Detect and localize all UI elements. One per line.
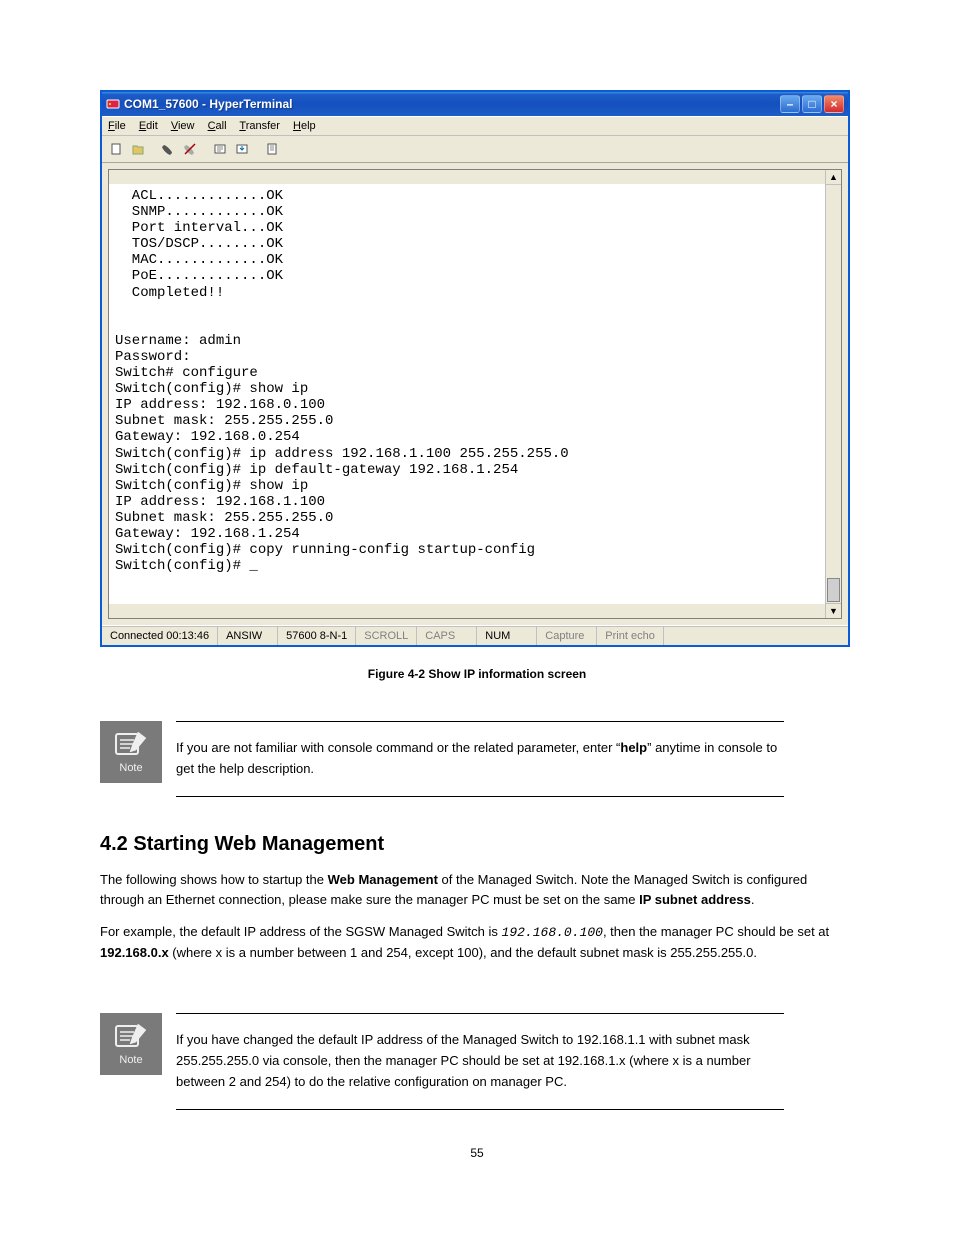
toolbar [102, 136, 848, 163]
status-settings: 57600 8-N-1 [278, 626, 356, 645]
menu-edit[interactable]: Edit [139, 120, 158, 132]
note-block-1: Note If you are not familiar with consol… [100, 721, 854, 797]
menu-transfer[interactable]: Transfer [239, 120, 280, 132]
status-capture: Capture [537, 626, 597, 645]
status-caps: CAPS [417, 626, 477, 645]
note-icon: Note [100, 721, 162, 783]
note-icon: Note [100, 1013, 162, 1075]
section-heading: 4.2 Starting Web Management [100, 833, 854, 856]
client-area: ACL.............OK SNMP............OK Po… [102, 163, 848, 625]
titlebar[interactable]: COM1_57600 - HyperTerminal – □ × [102, 92, 848, 116]
terminal-output[interactable]: ACL.............OK SNMP............OK Po… [109, 184, 825, 604]
status-printecho: Print echo [597, 626, 664, 645]
call-icon[interactable] [158, 139, 178, 159]
status-scroll: SCROLL [356, 626, 417, 645]
page-number: 55 [100, 1146, 854, 1160]
receive-icon[interactable] [232, 139, 252, 159]
close-button[interactable]: × [824, 95, 844, 113]
properties-icon[interactable] [262, 139, 282, 159]
statusbar: Connected 00:13:46 ANSIW 57600 8-N-1 SCR… [102, 625, 848, 645]
new-icon[interactable] [106, 139, 126, 159]
note-block-2: Note If you have changed the default IP … [100, 1013, 854, 1109]
menu-file[interactable]: File [108, 120, 126, 132]
maximize-button[interactable]: □ [802, 95, 822, 113]
menu-view[interactable]: View [171, 120, 195, 132]
status-num: NUM [477, 626, 537, 645]
status-connected: Connected 00:13:46 [102, 626, 218, 645]
figure-caption: Figure 4-2 Show IP information screen [100, 667, 854, 681]
send-icon[interactable] [210, 139, 230, 159]
app-icon [106, 97, 120, 111]
note-label: Note [119, 762, 142, 774]
menu-help[interactable]: Help [293, 120, 316, 132]
note-text-2: If you have changed the default IP addre… [176, 1013, 784, 1109]
status-term: ANSIW [218, 626, 278, 645]
window-title: COM1_57600 - HyperTerminal [124, 97, 780, 111]
disconnect-icon[interactable] [180, 139, 200, 159]
open-icon[interactable] [128, 139, 148, 159]
scrollbar-vertical[interactable] [825, 170, 841, 618]
paragraph-1: The following shows how to startup the W… [100, 870, 854, 910]
note-label: Note [119, 1054, 142, 1066]
paragraph-2: For example, the default IP address of t… [100, 922, 854, 963]
menubar: File Edit View Call Transfer Help [102, 116, 848, 136]
scrollbar-thumb[interactable] [827, 578, 840, 602]
note-text-1: If you are not familiar with console com… [176, 721, 784, 797]
minimize-button[interactable]: – [780, 95, 800, 113]
hyperterminal-window: COM1_57600 - HyperTerminal – □ × File Ed… [100, 90, 850, 647]
menu-call[interactable]: Call [208, 120, 227, 132]
